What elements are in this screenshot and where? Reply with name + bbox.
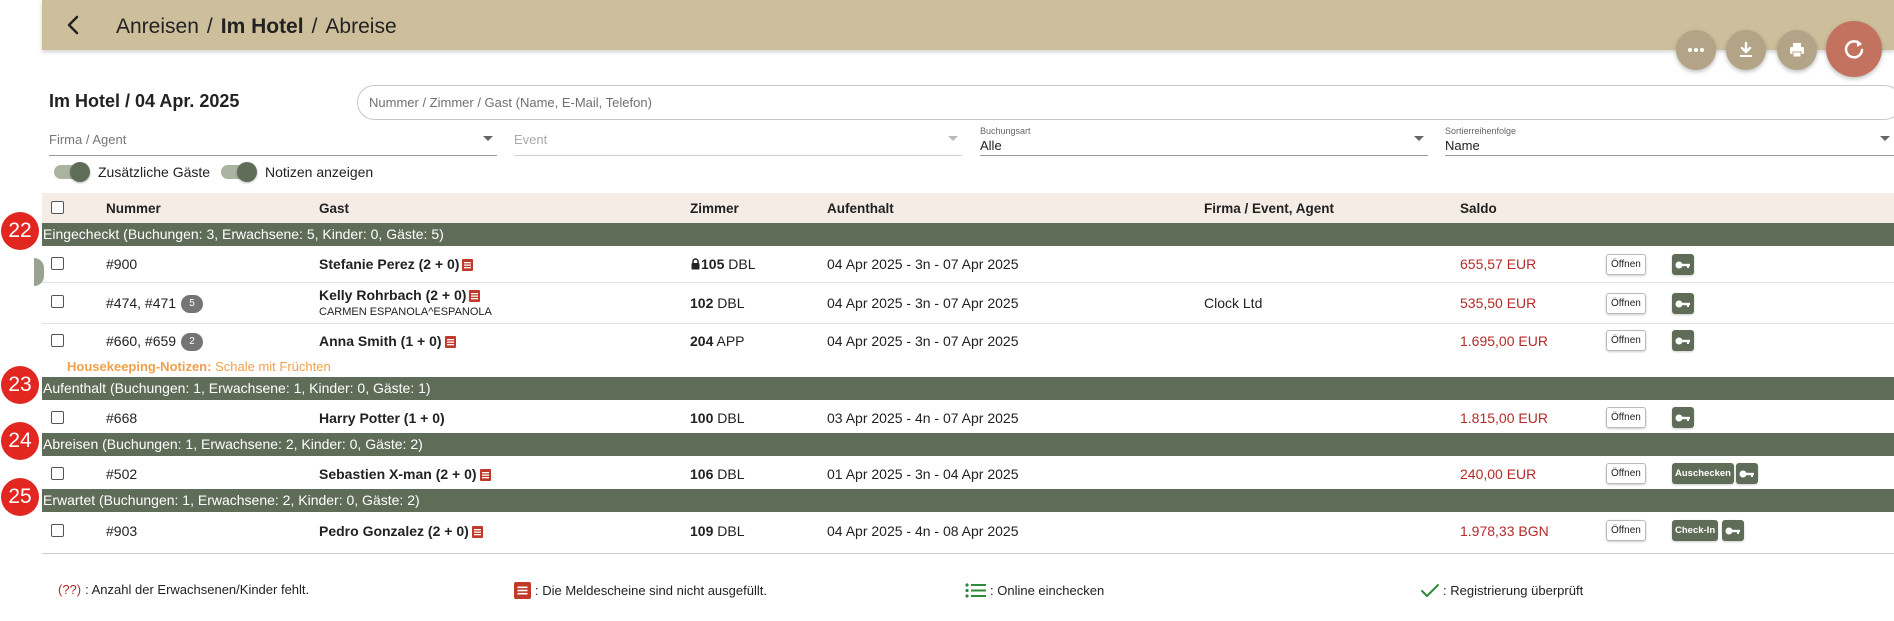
registration-form-icon — [479, 469, 491, 481]
key-icon — [1725, 527, 1740, 534]
download-button[interactable] — [1726, 30, 1766, 70]
key-button[interactable] — [1672, 330, 1694, 351]
check-out-button[interactable]: Auschecken — [1672, 463, 1734, 484]
open-button[interactable]: Öffnen — [1606, 293, 1646, 314]
key-icon — [1675, 261, 1690, 268]
table-row[interactable]: #474, #471 5 Kelly Rohrbach (2 + 0) CARME… — [42, 283, 1894, 324]
legend-online-checkin: : Online einchecken — [965, 582, 1104, 599]
check-in-button[interactable]: Check-In — [1672, 520, 1719, 541]
more-button[interactable] — [1676, 30, 1716, 70]
company-agent-select[interactable]: Firma / Agent — [49, 124, 497, 156]
key-icon — [1739, 470, 1754, 477]
chevron-down-icon — [948, 136, 958, 141]
registration-form-icon — [471, 526, 483, 538]
row-checkbox[interactable] — [51, 467, 64, 480]
download-icon — [1740, 41, 1752, 57]
breadcrumb: Anreisen / Im Hotel / Abreise — [116, 15, 397, 38]
key-button[interactable] — [1722, 520, 1744, 541]
key-icon — [1675, 414, 1690, 421]
registration-form-icon — [462, 259, 474, 271]
refresh-icon — [1844, 40, 1864, 59]
row-checkbox[interactable] — [51, 411, 64, 424]
page-title: Im Hotel / 04 Apr. 2025 — [49, 91, 240, 111]
key-button[interactable] — [1672, 293, 1694, 314]
group-checked-in: Eingecheckt (Buchungen: 3, Erwachsene: 5… — [42, 223, 1894, 246]
row-checkbox[interactable] — [51, 257, 64, 270]
step-badge: 23 — [1, 366, 39, 404]
open-button[interactable]: Öffnen — [1606, 254, 1646, 275]
step-badge: 24 — [1, 422, 39, 460]
key-icon — [1675, 337, 1690, 344]
chevron-down-icon — [1880, 136, 1890, 141]
breadcrumb-anreisen[interactable]: Anreisen — [116, 15, 199, 38]
key-button[interactable] — [1736, 463, 1758, 484]
back-button[interactable] — [60, 11, 88, 39]
step-badge: 25 — [1, 478, 39, 516]
legend-missing-counts: (??): Anzahl der Erwachsenen/Kinder fehl… — [58, 582, 310, 597]
booking-type-select[interactable]: Buchungsart Alle — [980, 124, 1428, 156]
table-row[interactable]: #903 Pedro Gonzalez (2 + 0) 109 DBL 04 A… — [42, 512, 1894, 554]
table-row[interactable]: #900 Stefanie Perez (2 + 0) 105 DBL 04 A… — [42, 246, 1894, 283]
breadcrumb-abreise[interactable]: Abreise — [325, 15, 396, 38]
print-button[interactable] — [1777, 30, 1817, 70]
print-icon — [1790, 43, 1804, 58]
table-row[interactable]: #502 Sebastien X-man (2 + 0) 106 DBL 01 … — [42, 456, 1894, 490]
extra-guests-toggle[interactable]: Zusätzliche Gäste — [54, 162, 210, 182]
table-header: Nummer Gast Zimmer Aufenthalt Firma / Ev… — [42, 193, 1894, 223]
show-notes-toggle[interactable]: Notizen anzeigen — [221, 162, 373, 182]
key-icon — [1675, 300, 1690, 307]
registration-form-icon — [514, 582, 531, 599]
open-button[interactable]: Öffnen — [1606, 463, 1646, 484]
table-row[interactable]: #668 Harry Potter (1 + 0) 100 DBL 03 Apr… — [42, 400, 1894, 434]
sort-order-select[interactable]: Sortierreihenfolge Name — [1445, 124, 1894, 156]
group-departures: Abreisen (Buchungen: 1, Erwachsene: 2, K… — [42, 433, 1894, 456]
group-expected: Erwartet (Buchungen: 1, Erwachsene: 2, K… — [42, 489, 1894, 512]
row-checkbox[interactable] — [51, 295, 64, 308]
checklist-icon — [965, 583, 986, 598]
legend-registration-forms: : Die Meldescheine sind nicht ausgefüllt… — [514, 582, 767, 599]
booking-count-badge: 2 — [181, 333, 204, 352]
table-row[interactable]: #660, #659 2 Anna Smith (1 + 0) 204 APP 0… — [42, 324, 1894, 355]
registration-form-icon — [444, 336, 456, 348]
open-button[interactable]: Öffnen — [1606, 330, 1646, 351]
step-badge: 22 — [1, 212, 39, 250]
row-checkbox[interactable] — [51, 524, 64, 537]
breadcrumb-im-hotel[interactable]: Im Hotel — [221, 15, 304, 38]
legend-registration-verified: : Registrierung überprüft — [1420, 582, 1583, 599]
select-all-checkbox[interactable] — [51, 201, 64, 214]
lock-icon — [691, 258, 700, 270]
refresh-button[interactable] — [1826, 21, 1882, 77]
open-button[interactable]: Öffnen — [1606, 407, 1646, 428]
housekeeping-note: Housekeeping-Notizen: Schale mit Früchte… — [67, 359, 331, 374]
more-horizontal-icon — [1688, 48, 1704, 52]
arrow-left-icon — [67, 15, 79, 35]
registration-form-icon — [469, 290, 481, 302]
row-checkbox[interactable] — [51, 334, 64, 347]
key-button[interactable] — [1672, 407, 1694, 428]
top-bar: Anreisen / Im Hotel / Abreise — [42, 0, 1894, 50]
additional-guest: CARMEN ESPANOLA^ESPANOLA — [319, 306, 492, 318]
key-button[interactable] — [1672, 254, 1694, 275]
search-input[interactable] — [357, 85, 1894, 120]
open-button[interactable]: Öffnen — [1606, 520, 1646, 541]
booking-count-badge: 5 — [181, 295, 204, 314]
chevron-down-icon — [1414, 136, 1424, 141]
checkmark-icon — [1421, 584, 1439, 597]
group-stay: Aufenthalt (Buchungen: 1, Erwachsene: 1,… — [42, 377, 1894, 400]
event-select[interactable]: Event — [514, 124, 962, 156]
chevron-down-icon — [483, 136, 493, 141]
